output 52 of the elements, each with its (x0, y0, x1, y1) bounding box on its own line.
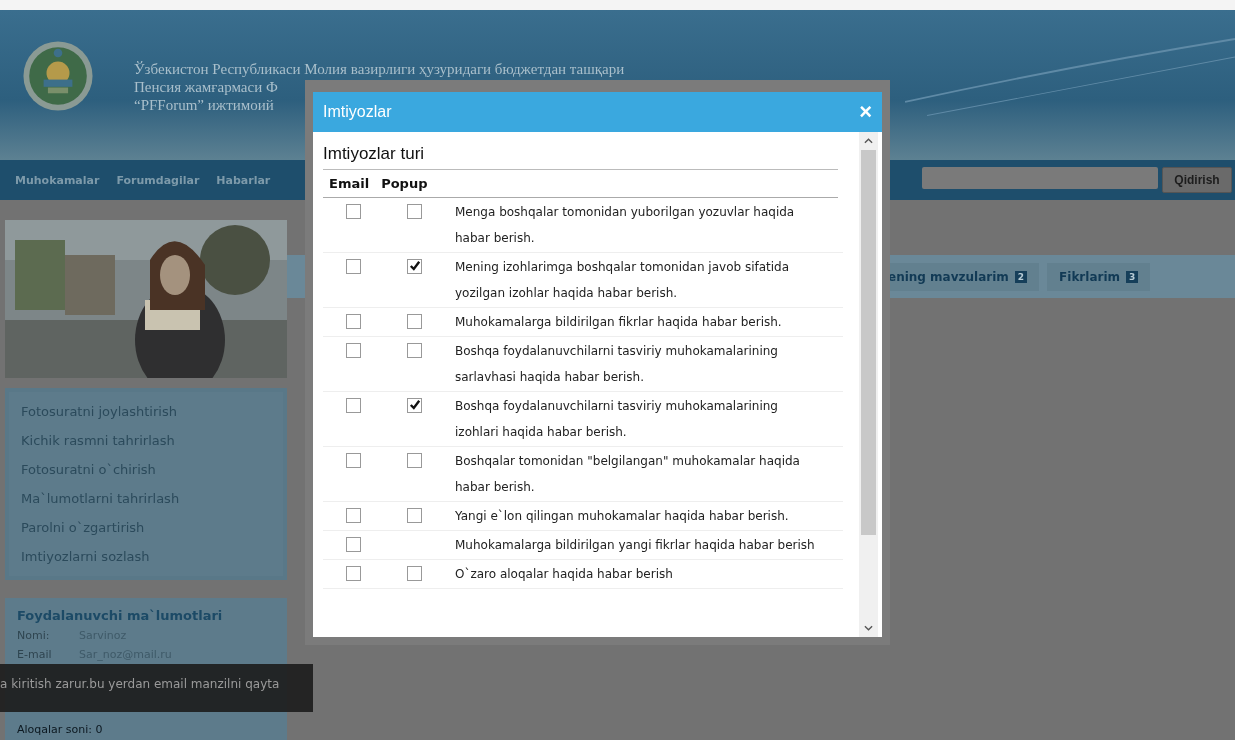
checkbox[interactable] (345, 453, 361, 468)
checkbox[interactable] (406, 453, 422, 468)
count-badge: 2 (1014, 270, 1028, 283)
preference-text: Yangi e`lon qilingan muhokamalar haqida habar berish. (454, 508, 790, 525)
emblem-icon (22, 40, 94, 112)
preference-text: Mening izohlarimga boshqalar tomonidan javob sifatida yozilgan izohlar haqida habar berish. (454, 259, 791, 302)
preference-text: O`zaro aloqalar haqida habar berish (454, 566, 674, 583)
checkbox[interactable] (406, 259, 422, 274)
column-header: Popup (381, 176, 428, 191)
site-title-line: Пенсия жамғармаси Ф (134, 78, 278, 96)
field-label: Nomi: (17, 629, 51, 642)
nav-link[interactable]: Forumdagilar (116, 173, 200, 187)
notification-toast: a kiritish zarur.bu yerdan email manzilni qayta (0, 664, 313, 712)
checkbox[interactable] (406, 314, 422, 329)
chevron-down-icon[interactable] (864, 625, 873, 631)
preference-text: Muhokamalarga bildirilgan fikrlar haqida habar berish. (454, 314, 783, 331)
tab[interactable]: ening mavzularim 2 (888, 262, 1040, 291)
scrollbar[interactable] (859, 132, 878, 637)
checkbox[interactable] (345, 204, 361, 219)
checkbox[interactable] (345, 314, 361, 329)
column-header: Email (329, 176, 370, 191)
checkbox[interactable] (345, 508, 361, 523)
checkbox[interactable] (406, 204, 422, 219)
preference-text: Menga boshqalar tomonidan yuborilgan yozuvlar haqida habar berish. (454, 204, 796, 247)
field-label: E-mail (17, 648, 53, 661)
checkbox[interactable] (345, 343, 361, 358)
preference-text: Boshqa foydalanuvchilarni tasviriy muhokamalarining izohlari haqida habar berish. (454, 398, 779, 441)
count-badge: 3 (1126, 270, 1139, 283)
nav-link[interactable]: Habarlar (216, 173, 271, 187)
search-button[interactable]: Qidirish (1162, 167, 1232, 193)
checkbox[interactable] (406, 398, 422, 413)
site-title-line: Ўзбекистон Республикаси Молия вазирлиги ҳузуридаги бюджетдан ташқари (134, 60, 625, 78)
dialog-title: Imtiyozlar (323, 103, 392, 121)
checkbox[interactable] (406, 508, 422, 523)
preference-text: Boshqa foydalanuvchilarni tasviriy muhokamalarining sarlavhasi haqida habar berish. (454, 343, 779, 386)
panel-title: Foydalanuvchi ma`lumotlari (17, 608, 224, 623)
site-title-line: “PFForum” ижтимоий (134, 96, 274, 114)
nav-link[interactable]: Muhokamalar (15, 173, 100, 187)
search-field[interactable] (922, 167, 1158, 189)
field-label: Aloqalar soni: 0 (17, 723, 104, 736)
checkbox[interactable] (345, 259, 361, 274)
checkbox[interactable] (345, 566, 361, 581)
close-button[interactable]: × (857, 101, 874, 123)
checkbox[interactable] (406, 566, 422, 581)
section-heading: Imtiyozlar turi (323, 142, 838, 170)
chevron-up-icon[interactable] (864, 138, 873, 144)
tab[interactable]: Fikrlarim 3 (1047, 262, 1151, 291)
preference-text: Muhokamalarga bildirilgan yangi fikrlar haqida habar berish (454, 537, 816, 554)
preference-text: Boshqalar tomonidan "belgilangan" muhokamalar haqida habar berish. (454, 453, 801, 496)
checkbox[interactable] (406, 343, 422, 358)
checkbox[interactable] (345, 398, 361, 413)
checkbox[interactable] (345, 537, 361, 552)
